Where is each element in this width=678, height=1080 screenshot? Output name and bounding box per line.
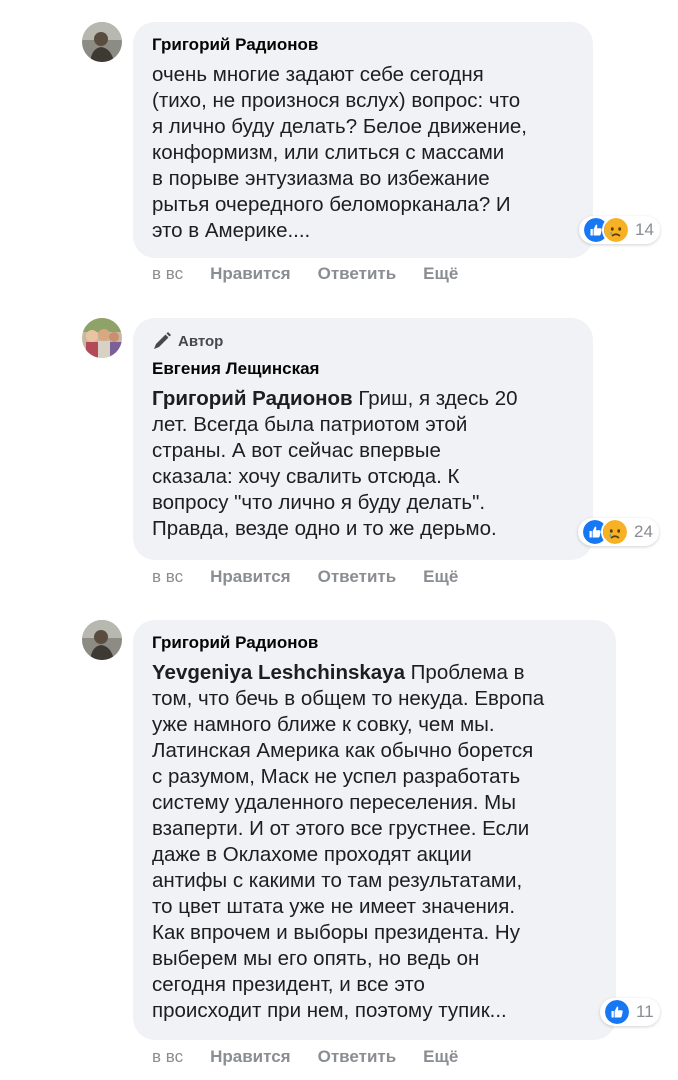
reaction-summary[interactable]: 24 <box>578 518 659 546</box>
comment-line: очень многие задают себе сегодня <box>152 63 484 86</box>
reply-button[interactable]: Ответить <box>318 1047 397 1067</box>
comment-line: взаперти. И от этого все грустнее. Если <box>152 817 530 840</box>
comment-line: систему удаленного переселения. Мы <box>152 791 516 814</box>
more-button[interactable]: Ещё <box>423 1047 458 1067</box>
comment-timestamp[interactable]: в вс <box>152 1047 183 1067</box>
comment-line: сказала: хочу свалить отсюда. К <box>152 465 460 488</box>
comment-line: страны. А вот сейчас впервые <box>152 439 441 462</box>
comment-line: (тихо, не произнося вслух) вопрос: что <box>152 89 521 112</box>
avatar[interactable] <box>82 620 122 660</box>
reaction-summary[interactable]: 11 <box>600 998 660 1026</box>
comment-author[interactable]: Евгения Лещинская <box>152 358 573 380</box>
comment-author[interactable]: Григорий Радионов <box>152 34 573 56</box>
comment-timestamp[interactable]: в вс <box>152 567 183 587</box>
comment-line: это в Америке.... <box>152 219 311 242</box>
comment-line: Григорий Радионов Гриш, я здесь 20 <box>152 386 573 412</box>
mention-link[interactable]: Григорий Радионов <box>152 387 353 410</box>
comment-line: Yevgeniya Leshchinskaya Проблема в <box>152 660 596 686</box>
comment-line: уже намного ближе к совку, чем мы. <box>152 713 495 736</box>
avatar-photo-icon <box>82 22 122 62</box>
comment-text: Григорий Радионов Гриш, я здесь 20 лет. … <box>152 386 573 542</box>
comment-line: Как впрочем и выборы президента. Ну <box>152 921 520 944</box>
comment-line: с разумом, Маск не успел разработать <box>152 765 521 788</box>
reaction-count: 11 <box>636 1002 654 1021</box>
sad-reaction-icon <box>601 518 629 546</box>
like-button[interactable]: Нравится <box>210 264 291 284</box>
like-button[interactable]: Нравится <box>210 567 291 587</box>
comment-line-rest: Гриш, я здесь 20 <box>352 387 518 410</box>
comment-actions: в вс Нравится Ответить Ещё <box>152 264 485 284</box>
comment-bubble: Григорий Радионов очень многие задают се… <box>133 22 593 258</box>
comment-bubble: Автор Евгения Лещинская Григорий Радионо… <box>133 318 593 560</box>
mention-link[interactable]: Yevgeniya Leshchinskaya <box>152 661 405 684</box>
reaction-count: 24 <box>634 522 653 541</box>
reaction-summary[interactable]: 14 <box>579 216 660 244</box>
comment-line-rest: Проблема в <box>404 661 525 684</box>
reply-button[interactable]: Ответить <box>318 567 397 587</box>
comment-line: вопросу "что лично я буду делать". <box>152 491 486 514</box>
comment-line: Правда, везде одно и то же дерьмо. <box>152 517 497 540</box>
avatar-photo-icon <box>82 620 122 660</box>
like-reaction-icon <box>603 998 631 1026</box>
comment-line: происходит при нем, поэтому тупик... <box>152 999 507 1022</box>
comment-line: я лично буду делать? Белое движение, <box>152 115 527 138</box>
avatar[interactable] <box>82 318 122 358</box>
comment-author[interactable]: Григорий Радионов <box>152 632 596 654</box>
avatar[interactable] <box>82 22 122 62</box>
comment-timestamp[interactable]: в вс <box>152 264 183 284</box>
comment-line: конформизм, или слиться с массами <box>152 141 505 164</box>
sad-reaction-icon <box>602 216 630 244</box>
comment-bubble: Григорий Радионов Yevgeniya Leshchinskay… <box>133 620 616 1040</box>
comment-text: Yevgeniya Leshchinskaya Проблема в том, … <box>152 660 596 1024</box>
avatar-photo-icon <box>82 318 122 358</box>
comment-line: даже в Оклахоме проходят акции <box>152 843 472 866</box>
comment-line: том, что бечь в общем то некуда. Европа <box>152 687 545 710</box>
pen-icon <box>154 332 171 349</box>
more-button[interactable]: Ещё <box>423 567 458 587</box>
author-badge: Автор <box>152 330 573 352</box>
comment-actions: в вс Нравится Ответить Ещё <box>152 1047 485 1067</box>
comment-text: очень многие задают себе сегодня (тихо, … <box>152 62 573 244</box>
reaction-count: 14 <box>635 220 654 239</box>
comment-line: рытья очередного беломорканала? И <box>152 193 511 216</box>
more-button[interactable]: Ещё <box>423 264 458 284</box>
author-badge-label: Автор <box>178 332 224 350</box>
comment-line: Латинская Америка как обычно борется <box>152 739 534 762</box>
comment-actions: в вс Нравится Ответить Ещё <box>152 567 485 587</box>
comment-line: сегодня президент, и все это <box>152 973 425 996</box>
reply-button[interactable]: Ответить <box>318 264 397 284</box>
comment-line: антифы с какими то там результатами, <box>152 869 523 892</box>
comment-line: то цвет штата уже не имеет значения. <box>152 895 516 918</box>
comment-line: выберем мы его опять, но ведь он <box>152 947 480 970</box>
comment-line: лет. Всегда была патриотом этой <box>152 413 468 436</box>
comment-line: в порыве энтузиазма во избежание <box>152 167 490 190</box>
like-button[interactable]: Нравится <box>210 1047 291 1067</box>
